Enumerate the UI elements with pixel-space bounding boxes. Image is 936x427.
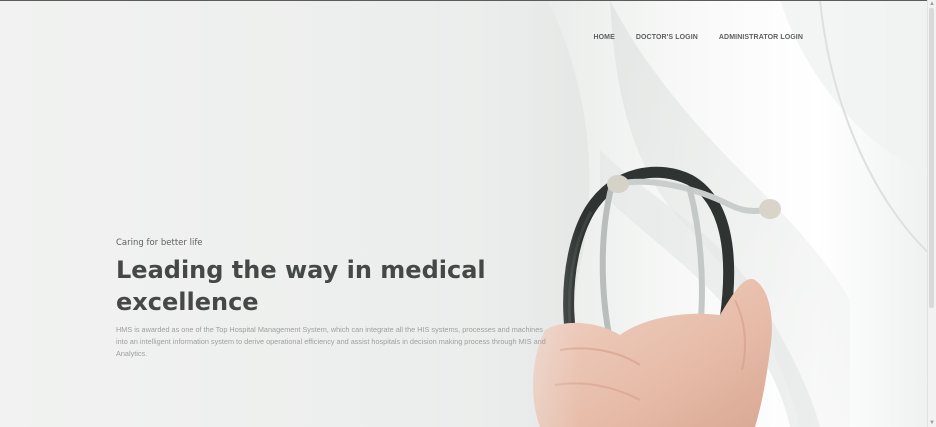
window-top-border: [0, 0, 936, 1]
scroll-down-arrow-icon[interactable]: ▼: [928, 419, 936, 427]
main-nav: HOME DOCTOR'S LOGIN ADMINISTRATOR LOGIN: [593, 34, 803, 41]
hero-tagline: Caring for better life: [116, 238, 203, 248]
hero-section: HOME DOCTOR'S LOGIN ADMINISTRATOR LOGIN …: [0, 0, 936, 427]
nav-administrator-login-link[interactable]: ADMINISTRATOR LOGIN: [719, 34, 803, 41]
nav-doctors-login-link[interactable]: DOCTOR'S LOGIN: [636, 34, 698, 41]
nav-home-link[interactable]: HOME: [593, 34, 614, 41]
scrollbar-thumb[interactable]: [929, 8, 934, 308]
hero-headline: Leading the way in medical excellence: [116, 256, 486, 316]
scroll-up-arrow-icon[interactable]: ▲: [928, 0, 936, 8]
vertical-scrollbar[interactable]: ▲ ▼: [927, 0, 936, 427]
hero-description: HMS is awarded as one of the Top Hospita…: [116, 325, 546, 358]
hero-content: Caring for better life Leading the way i…: [116, 238, 556, 360]
doctor-stethoscope-image: [440, 0, 936, 427]
